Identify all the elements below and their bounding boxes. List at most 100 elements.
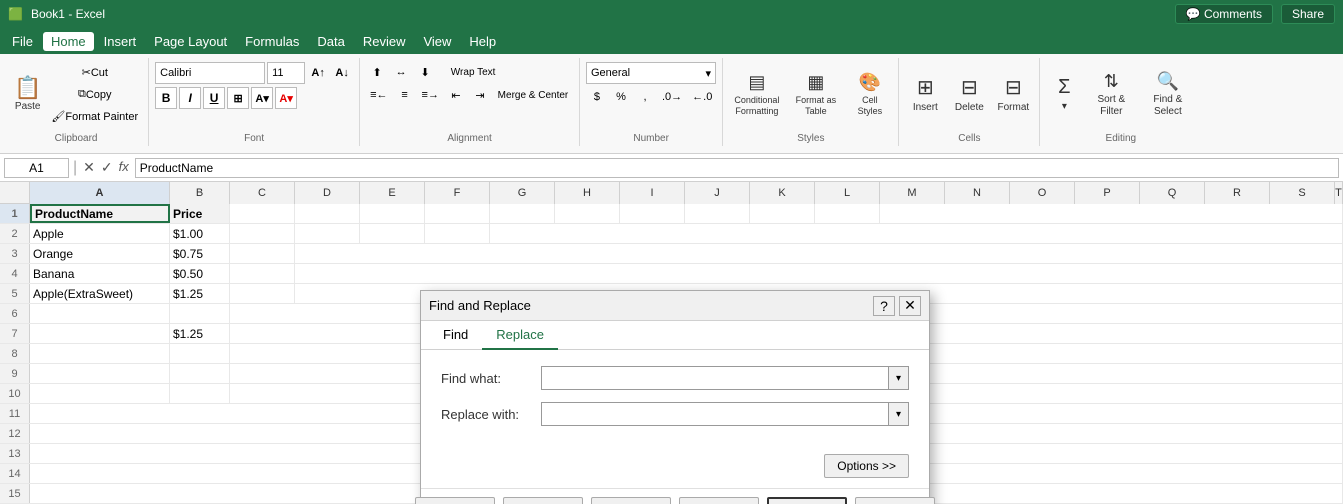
percent-button[interactable]: % bbox=[610, 87, 632, 107]
cell-a2[interactable]: Apple bbox=[30, 224, 170, 243]
italic-button[interactable]: I bbox=[179, 87, 201, 109]
col-header-s[interactable]: S bbox=[1270, 182, 1335, 204]
confirm-formula-icon[interactable]: ✓ bbox=[99, 159, 115, 176]
cut-button[interactable]: ✂ Cut bbox=[47, 63, 142, 83]
cell-a4[interactable]: Banana bbox=[30, 264, 170, 283]
col-header-n[interactable]: N bbox=[945, 182, 1010, 204]
menu-insert[interactable]: Insert bbox=[96, 32, 145, 51]
cancel-formula-icon[interactable]: ✕ bbox=[81, 159, 97, 176]
col-header-g[interactable]: G bbox=[490, 182, 555, 204]
share-button[interactable]: Share bbox=[1281, 4, 1335, 24]
indent-increase-button[interactable]: ⇥ bbox=[469, 85, 491, 105]
cell-a10[interactable] bbox=[30, 384, 170, 403]
menu-help[interactable]: Help bbox=[461, 32, 504, 51]
format-as-table-button[interactable]: ▦ Format as Table bbox=[788, 67, 843, 123]
col-header-h[interactable]: H bbox=[555, 182, 620, 204]
copy-button[interactable]: ⧉ Copy bbox=[47, 85, 142, 105]
col-header-k[interactable]: K bbox=[750, 182, 815, 204]
col-header-l[interactable]: L bbox=[815, 182, 880, 204]
find-what-input[interactable] bbox=[541, 366, 889, 390]
cell-a5[interactable]: Apple(ExtraSweet) bbox=[30, 284, 170, 303]
cell-a9[interactable] bbox=[30, 364, 170, 383]
col-header-b[interactable]: B bbox=[170, 182, 230, 204]
merge-center-button[interactable]: Merge & Center bbox=[493, 85, 573, 105]
increase-decimal-button[interactable]: .0→ bbox=[658, 87, 686, 107]
number-format-dropdown[interactable]: General ▾ bbox=[586, 62, 716, 84]
align-top-button[interactable]: ⬆ bbox=[366, 62, 388, 82]
formula-input[interactable] bbox=[135, 158, 1339, 178]
comments-button[interactable]: 💬 Comments bbox=[1175, 4, 1273, 24]
col-header-j[interactable]: J bbox=[685, 182, 750, 204]
cell-a6[interactable] bbox=[30, 304, 170, 323]
col-header-e[interactable]: E bbox=[360, 182, 425, 204]
align-bottom-button[interactable]: ⬇ bbox=[414, 62, 436, 82]
cell-g1[interactable] bbox=[490, 204, 555, 223]
wrap-text-button[interactable]: Wrap Text bbox=[438, 62, 508, 82]
cell-c3[interactable] bbox=[230, 244, 295, 263]
cell-reference-box[interactable] bbox=[4, 158, 69, 178]
menu-formulas[interactable]: Formulas bbox=[237, 32, 307, 51]
format-painter-button[interactable]: 🖌 Format Painter bbox=[47, 107, 142, 127]
cell-styles-button[interactable]: 🎨 Cell Styles bbox=[847, 67, 892, 123]
cell-f1[interactable] bbox=[425, 204, 490, 223]
cell-rest-4[interactable] bbox=[295, 264, 1343, 283]
menu-file[interactable]: File bbox=[4, 32, 41, 51]
col-header-c[interactable]: C bbox=[230, 182, 295, 204]
replace-with-dropdown-button[interactable]: ▾ bbox=[889, 402, 909, 426]
options-button[interactable]: Options >> bbox=[824, 454, 909, 478]
col-header-f[interactable]: F bbox=[425, 182, 490, 204]
align-middle-button[interactable]: ↔ bbox=[390, 62, 412, 82]
format-button[interactable]: ⊟ Format bbox=[993, 67, 1033, 123]
cell-k1[interactable] bbox=[750, 204, 815, 223]
cell-a7[interactable] bbox=[30, 324, 170, 343]
menu-view[interactable]: View bbox=[415, 32, 459, 51]
col-header-t[interactable]: T bbox=[1335, 182, 1343, 204]
cell-a8[interactable] bbox=[30, 344, 170, 363]
delete-button[interactable]: ⊟ Delete bbox=[949, 67, 989, 123]
align-left-button[interactable]: ≡← bbox=[366, 85, 391, 105]
cell-c1[interactable] bbox=[230, 204, 295, 223]
cell-e2[interactable] bbox=[360, 224, 425, 243]
cell-b3[interactable]: $0.75 bbox=[170, 244, 230, 263]
col-header-o[interactable]: O bbox=[1010, 182, 1075, 204]
conditional-formatting-button[interactable]: ▤ Conditional Formatting bbox=[729, 67, 784, 123]
find-what-dropdown-button[interactable]: ▾ bbox=[889, 366, 909, 390]
dialog-tab-find[interactable]: Find bbox=[429, 321, 482, 350]
cell-i1[interactable] bbox=[620, 204, 685, 223]
cell-d1[interactable] bbox=[295, 204, 360, 223]
cell-b9[interactable] bbox=[170, 364, 230, 383]
decrease-decimal-button[interactable]: ←.0 bbox=[688, 87, 716, 107]
menu-home[interactable]: Home bbox=[43, 32, 94, 51]
font-size-input[interactable] bbox=[267, 62, 305, 84]
font-color-button[interactable]: A▾ bbox=[275, 87, 297, 109]
font-name-input[interactable] bbox=[155, 62, 265, 84]
decrease-font-button[interactable]: A↓ bbox=[331, 63, 353, 83]
cell-b6[interactable] bbox=[170, 304, 230, 323]
align-center-button[interactable]: ≡ bbox=[394, 85, 416, 105]
replace-with-input[interactable] bbox=[541, 402, 889, 426]
cell-c4[interactable] bbox=[230, 264, 295, 283]
col-header-q[interactable]: Q bbox=[1140, 182, 1205, 204]
align-right-button[interactable]: ≡→ bbox=[418, 85, 443, 105]
col-header-r[interactable]: R bbox=[1205, 182, 1270, 204]
dialog-close-title-button[interactable]: ✕ bbox=[899, 296, 921, 316]
cell-b7[interactable]: $1.25 bbox=[170, 324, 230, 343]
accounting-button[interactable]: $ bbox=[586, 87, 608, 107]
autosum-button[interactable]: Σ ▾ bbox=[1046, 67, 1082, 123]
cell-rest-2[interactable] bbox=[490, 224, 1343, 243]
cell-rest-3[interactable] bbox=[295, 244, 1343, 263]
indent-decrease-button[interactable]: ⇤ bbox=[445, 85, 467, 105]
cell-b2[interactable]: $1.00 bbox=[170, 224, 230, 243]
col-header-m[interactable]: M bbox=[880, 182, 945, 204]
dialog-help-button[interactable]: ? bbox=[873, 296, 895, 316]
cell-c2[interactable] bbox=[230, 224, 295, 243]
menu-data[interactable]: Data bbox=[309, 32, 352, 51]
col-header-i[interactable]: I bbox=[620, 182, 685, 204]
cell-a1[interactable]: ProductName bbox=[30, 204, 170, 223]
cell-f2[interactable] bbox=[425, 224, 490, 243]
cell-c5[interactable] bbox=[230, 284, 295, 303]
dialog-tab-replace[interactable]: Replace bbox=[482, 321, 558, 350]
sort-filter-button[interactable]: ⇅ Sort & Filter bbox=[1086, 67, 1136, 123]
cell-e1[interactable] bbox=[360, 204, 425, 223]
cell-b4[interactable]: $0.50 bbox=[170, 264, 230, 283]
